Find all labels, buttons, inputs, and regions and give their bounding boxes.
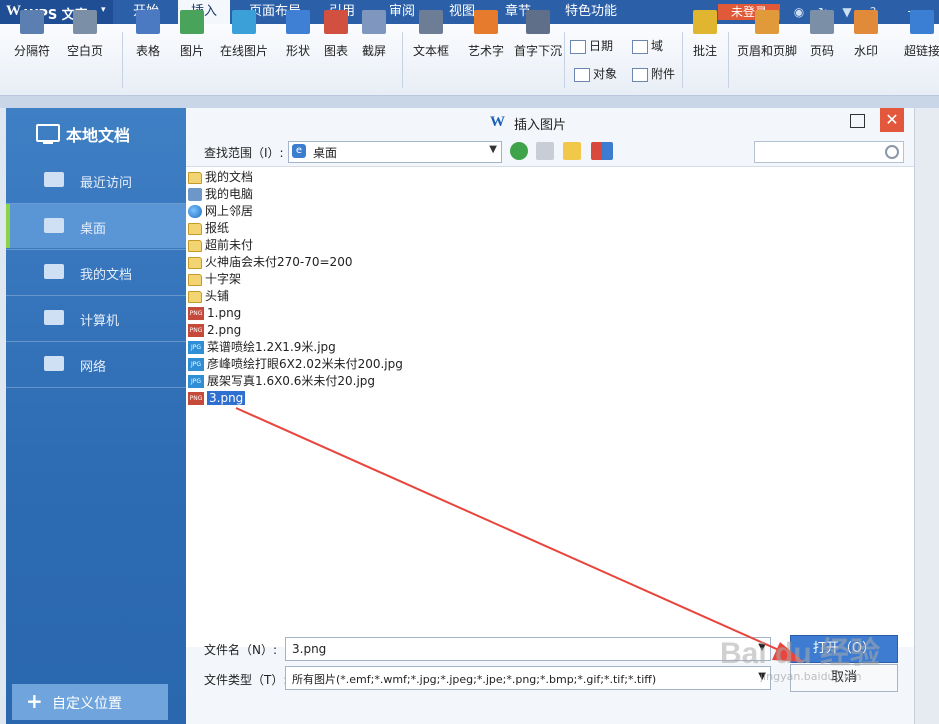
annotation-arrow (235, 407, 804, 662)
watermark: Bai du 经验 (720, 637, 881, 670)
watermark-url: jingyan.baidu.com (760, 670, 862, 683)
